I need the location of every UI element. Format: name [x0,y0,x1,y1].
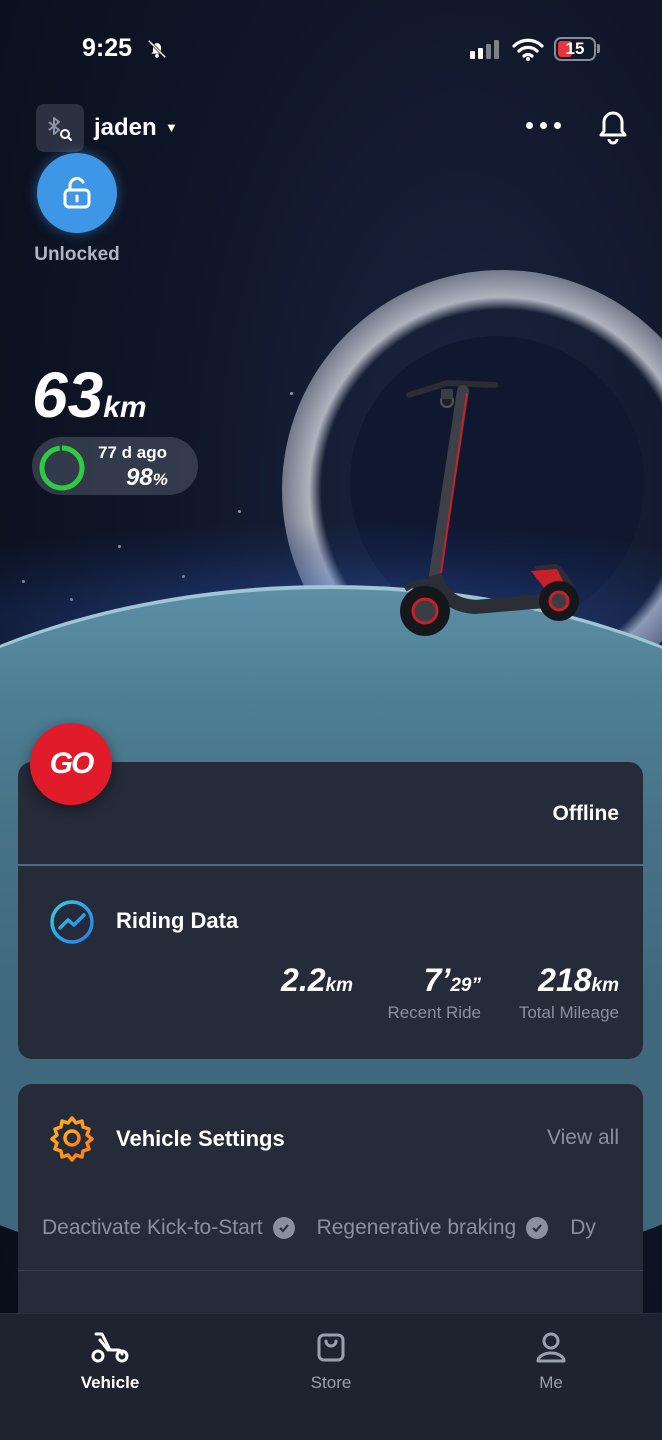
battery-tip [597,44,600,53]
silent-bell-icon [147,39,167,59]
battery-ring-icon [39,445,85,491]
cellular-signal-icon [470,40,499,59]
go-card: Offline [18,762,643,864]
vehicle-settings-title: Vehicle Settings [116,1126,285,1151]
go-button[interactable]: GO [30,723,112,805]
settings-chip-row[interactable]: Deactivate Kick-to-Start Regenerative br… [42,1216,596,1240]
go-label: GO [49,747,95,780]
recent-ride-label: Recent Ride [387,1003,481,1022]
riding-data-title: Riding Data [116,908,239,933]
regenerative-braking-chip[interactable]: Regenerative braking [317,1216,549,1240]
kick-to-start-chip[interactable]: Deactivate Kick-to-Start [42,1216,295,1240]
profile-icon [536,1332,566,1363]
range-readout: 63km [32,358,147,432]
divider [18,1270,643,1271]
riding-data-card[interactable]: Riding Data 2.2km 7’29” Recent Ride 218k… [18,866,643,1059]
shopping-bag-icon [317,1333,345,1362]
range-unit: km [103,391,147,424]
status-time: 9:25 [82,34,133,62]
truncated-setting-chip[interactable]: Dy [570,1216,596,1240]
recent-ride-metric: 7’29” Recent Ride [387,962,481,1022]
more-options-button[interactable] [526,122,561,129]
lock-toggle-button[interactable] [37,153,117,233]
bottom-tab-bar: Vehicle Store Me [0,1313,662,1440]
settings-gear-icon [50,1116,94,1162]
scooter-icon [91,1332,129,1363]
app-screen: 9:25 15 jaden ▼ Unlocked 63km 77 d ago 9… [0,0,662,1440]
tab-vehicle[interactable]: Vehicle [50,1330,170,1393]
bluetooth-search-button[interactable] [36,104,84,152]
wifi-icon [512,38,544,61]
vehicle-selector[interactable]: jaden [94,114,157,142]
battery-icon: 15 [554,37,596,61]
vehicle-settings-card: Vehicle Settings View all Deactivate Kic… [18,1084,643,1344]
recent-distance-metric: 2.2km [281,962,353,998]
last-charge-time: 77 d ago [98,443,167,462]
riding-data-chart-icon [50,900,94,944]
battery-percent: 98% [126,464,168,491]
battery-level: 15 [565,39,585,58]
tab-me[interactable]: Me [491,1330,611,1393]
connection-status: Offline [552,802,620,825]
lock-status-label: Unlocked [34,244,120,265]
star-decoration [238,510,241,513]
scooter-image[interactable] [395,375,585,645]
battery-status-pill[interactable]: 77 d ago 98% [32,437,198,495]
checkmark-icon [526,1217,549,1239]
range-value: 63 [32,359,104,431]
star-decoration [290,392,293,395]
view-all-settings-link[interactable]: View all [547,1126,619,1150]
caret-down-icon[interactable]: ▼ [165,120,178,135]
notification-bell-icon[interactable] [598,110,628,146]
tab-store[interactable]: Store [271,1330,391,1393]
total-mileage-label: Total Mileage [518,1003,619,1022]
bluetooth-search-icon [48,117,72,141]
checkmark-icon [272,1217,295,1239]
unlocked-padlock-icon [63,177,91,209]
total-mileage-metric: 218km Total Mileage [518,962,619,1022]
